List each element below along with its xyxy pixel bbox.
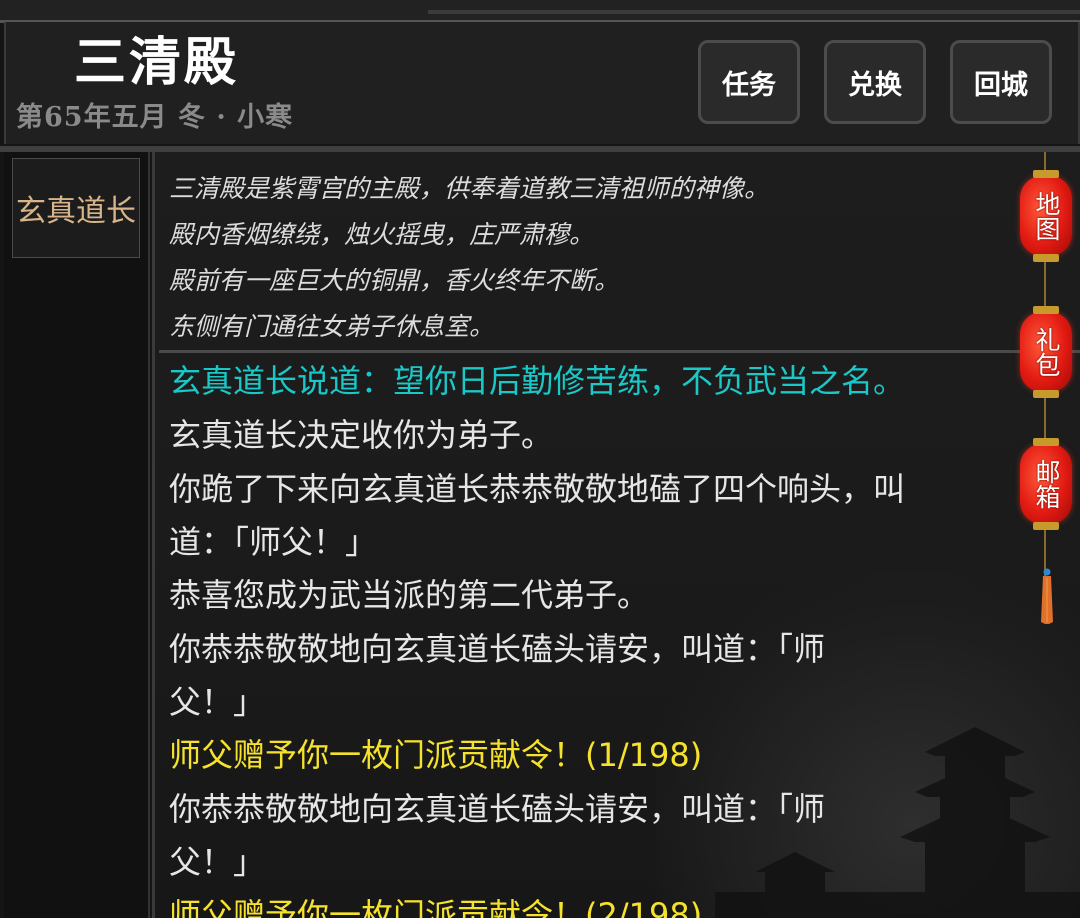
- quest-button[interactable]: 任务: [698, 40, 800, 124]
- log-line-continuation: 道：「师父！」: [169, 523, 378, 561]
- log-line-reward: 师父赠予你一枚门派贡献令！(1/198): [169, 736, 703, 774]
- game-screen: 三清殿 第65年五月 冬 · 小寒 任务 兑换 回城 玄真道长 三清殿是紫霄宫的…: [0, 0, 1080, 918]
- lantern-cap: [1033, 390, 1059, 398]
- log-line-continuation: 父！」: [169, 843, 266, 881]
- top-strip: [0, 0, 1080, 23]
- gift-lantern-button[interactable]: 礼包: [1020, 306, 1072, 398]
- description-line: 殿前有一座巨大的铜鼎，香火终年不断。: [169, 266, 620, 295]
- lantern-cap: [1033, 170, 1059, 178]
- room-description: 三清殿是紫霄宫的主殿，供奉着道教三清祖师的神像。 殿内香烟缭绕，烛火摇曳，庄严肃…: [169, 166, 1069, 350]
- lantern-cap: [1033, 254, 1059, 262]
- gift-lantern-label: 礼包: [1032, 327, 1061, 377]
- game-date: 第65年五月 冬 · 小寒: [16, 102, 294, 133]
- npc-panel: 玄真道长: [4, 152, 150, 918]
- npc-button-xuanzhen[interactable]: 玄真道长: [12, 158, 140, 258]
- exchange-button[interactable]: 兑换: [824, 40, 926, 124]
- top-strip-segment: [428, 10, 1080, 14]
- lantern-cap: [1033, 522, 1059, 530]
- log-line: 你恭恭敬敬地向玄真道长磕头请安，叫道：「师: [169, 630, 826, 668]
- log-line-continuation: 父！」: [169, 683, 266, 721]
- log-line: 你恭恭敬敬地向玄真道长磕头请安，叫道：「师: [169, 790, 826, 828]
- return-city-button[interactable]: 回城: [950, 40, 1052, 124]
- log-line-reward: 师父赠予你一枚门派贡献令！(2/198): [169, 896, 703, 918]
- description-line: 三清殿是紫霄宫的主殿，供奉着道教三清祖师的神像。: [169, 174, 770, 203]
- lantern-cap: [1033, 306, 1059, 314]
- location-title: 三清殿: [74, 32, 240, 93]
- map-lantern-button[interactable]: 地图: [1020, 170, 1072, 262]
- location-header: 三清殿 第65年五月 冬 · 小寒 任务 兑换 回城: [4, 22, 1080, 144]
- description-divider: [159, 350, 1080, 353]
- tassel-icon: [1041, 568, 1053, 624]
- message-log: 玄真道长说道：望你日后勤修苦练，不负武当之名。 玄真道长决定收你为弟子。 你跪了…: [169, 354, 1069, 918]
- lantern-cap: [1033, 438, 1059, 446]
- mail-lantern-label: 邮箱: [1032, 459, 1061, 509]
- log-line: 恭喜您成为武当派的第二代弟子。: [169, 576, 650, 614]
- map-lantern-label: 地图: [1032, 191, 1061, 241]
- mail-lantern-button[interactable]: 邮箱: [1020, 438, 1072, 530]
- description-line: 东侧有门通往女弟子休息室。: [169, 312, 495, 341]
- log-line: 你跪了下来向玄真道长恭恭敬敬地磕了四个响头，叫: [169, 470, 906, 508]
- log-line: 玄真道长决定收你为弟子。: [169, 416, 554, 454]
- log-line-dialogue: 玄真道长说道：望你日后勤修苦练，不负武当之名。: [169, 362, 906, 400]
- description-line: 殿内香烟缭绕，烛火摇曳，庄严肃穆。: [169, 220, 595, 249]
- message-panel[interactable]: 三清殿是紫霄宫的主殿，供奉着道教三清祖师的神像。 殿内香烟缭绕，烛火摇曳，庄严肃…: [152, 152, 1080, 918]
